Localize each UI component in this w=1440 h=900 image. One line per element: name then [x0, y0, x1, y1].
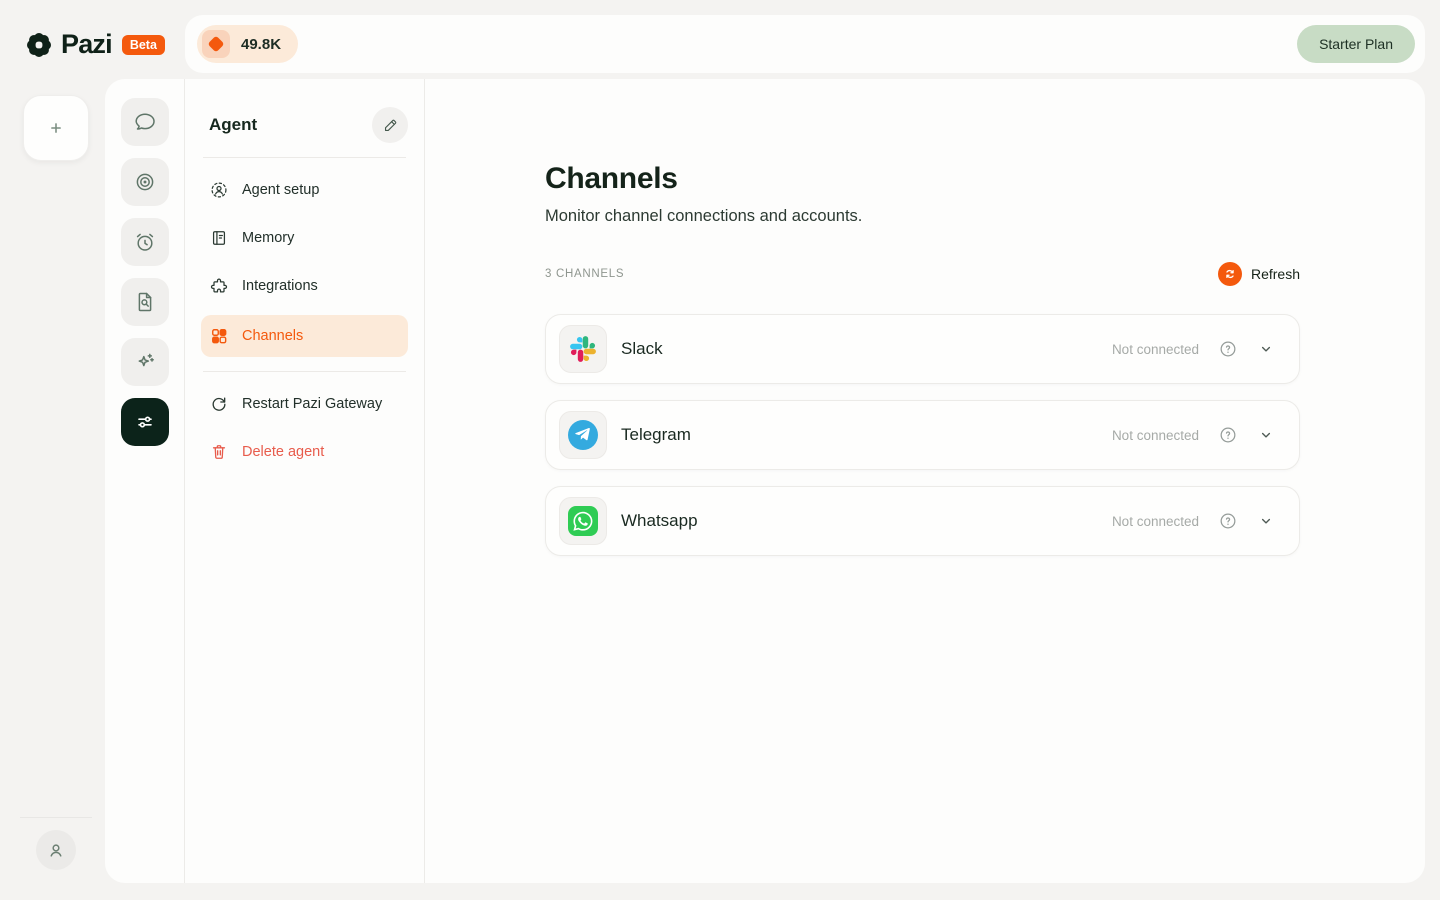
rail-item-target[interactable] — [121, 158, 169, 206]
help-icon[interactable] — [1218, 339, 1238, 359]
agent-title: Agent — [209, 115, 257, 135]
help-icon[interactable] — [1218, 511, 1238, 531]
page-subtitle: Monitor channel connections and accounts… — [545, 207, 1425, 226]
menu-item-label: Integrations — [242, 278, 318, 294]
main-panel: Agent — [105, 79, 1425, 883]
refresh-icon — [1218, 262, 1242, 286]
memory-icon — [209, 228, 229, 248]
app-root: Pazi Beta 49.8K Starter Plan — [0, 0, 1440, 900]
plus-icon — [45, 117, 67, 139]
menu-item-label: Delete agent — [242, 444, 324, 460]
whatsapp-icon — [559, 497, 607, 545]
beta-badge: Beta — [122, 35, 165, 55]
chat-icon — [133, 110, 157, 134]
file-search-icon — [133, 290, 157, 314]
status-badge: Not connected — [1112, 428, 1199, 443]
diamond-icon — [208, 36, 225, 53]
agent-header: Agent — [201, 107, 408, 143]
list-header: 3 CHANNELS Refresh — [545, 262, 1300, 286]
agent-divider-top — [203, 157, 406, 158]
person-icon — [45, 839, 67, 861]
sparkles-icon — [133, 350, 157, 374]
help-icon[interactable] — [1218, 425, 1238, 445]
pencil-icon — [382, 117, 399, 134]
chevron-down-icon[interactable] — [1257, 340, 1275, 358]
agent-panel: Agent — [185, 79, 425, 883]
menu-item-label: Memory — [242, 230, 294, 246]
channel-name: Telegram — [621, 425, 691, 445]
channel-row-telegram[interactable]: Telegram Not connected — [545, 400, 1300, 470]
plan-button[interactable]: Starter Plan — [1297, 25, 1415, 63]
credits-tile — [202, 30, 230, 58]
refresh-label: Refresh — [1251, 266, 1300, 282]
slack-icon — [559, 325, 607, 373]
agent-setup-icon — [209, 180, 229, 200]
credits-value: 49.8K — [241, 36, 281, 53]
pazi-flower-icon — [24, 30, 54, 60]
brand-name: Pazi — [61, 29, 112, 60]
edit-agent-button[interactable] — [372, 107, 408, 143]
user-avatar[interactable] — [36, 830, 76, 870]
add-agent-button[interactable] — [23, 95, 89, 161]
grid-icon — [209, 326, 229, 346]
chevron-down-icon[interactable] — [1257, 426, 1275, 444]
telegram-icon — [559, 411, 607, 459]
page-title: Channels — [545, 162, 1425, 196]
top-bar: 49.8K Starter Plan — [185, 15, 1425, 73]
channel-row-slack[interactable]: Slack Not connected — [545, 314, 1300, 384]
rail-item-alarm[interactable] — [121, 218, 169, 266]
menu-item-label: Channels — [242, 328, 303, 344]
alarm-icon — [133, 230, 157, 254]
chevron-down-icon[interactable] — [1257, 512, 1275, 530]
content-area: Channels Monitor channel connections and… — [425, 79, 1425, 883]
menu-item-label: Restart Pazi Gateway — [242, 396, 382, 412]
rail-item-settings[interactable] — [121, 398, 169, 446]
menu-item-label: Agent setup — [242, 182, 319, 198]
credits-pill[interactable]: 49.8K — [197, 25, 298, 63]
channel-list: Slack Not connected — [545, 314, 1300, 556]
menu-item-restart-gateway[interactable]: Restart Pazi Gateway — [201, 380, 408, 428]
refresh-button[interactable]: Refresh — [1218, 262, 1300, 286]
icon-rail — [105, 79, 185, 883]
menu-item-memory[interactable]: Memory — [201, 214, 408, 262]
rail-item-file-search[interactable] — [121, 278, 169, 326]
rail-item-sparkles[interactable] — [121, 338, 169, 386]
channel-row-whatsapp[interactable]: Whatsapp Not connected — [545, 486, 1300, 556]
sliders-icon — [133, 410, 157, 434]
status-badge: Not connected — [1112, 342, 1199, 357]
profile-divider — [20, 817, 92, 818]
target-icon — [133, 170, 157, 194]
brand-logo: Pazi Beta — [24, 29, 165, 60]
rail-item-chat[interactable] — [121, 98, 169, 146]
restart-icon — [209, 394, 229, 414]
channel-count-label: 3 CHANNELS — [545, 268, 624, 280]
channel-name: Whatsapp — [621, 511, 698, 531]
menu-item-channels[interactable]: Channels — [201, 315, 408, 357]
channel-name: Slack — [621, 339, 663, 359]
menu-item-agent-setup[interactable]: Agent setup — [201, 166, 408, 214]
menu-item-delete-agent[interactable]: Delete agent — [201, 428, 408, 476]
puzzle-icon — [209, 276, 229, 296]
trash-icon — [209, 442, 229, 462]
menu-item-integrations[interactable]: Integrations — [201, 262, 408, 310]
agent-divider-bottom — [203, 371, 406, 372]
status-badge: Not connected — [1112, 514, 1199, 529]
